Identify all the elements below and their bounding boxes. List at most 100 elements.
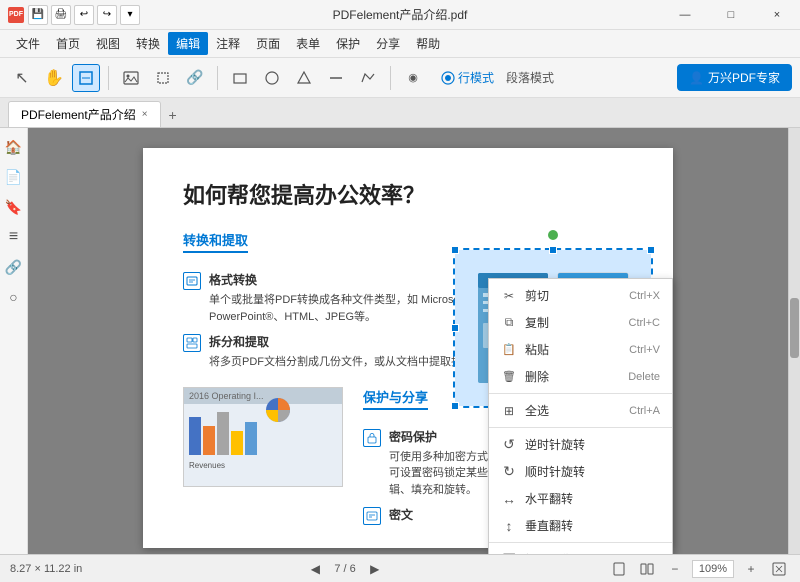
toolbar: ↖ ✋ 🔗 ◉ 行模式: [0, 58, 800, 98]
sidebar-comment-icon[interactable]: ○: [3, 286, 25, 308]
right-scrollbar[interactable]: [788, 128, 800, 554]
separator-3: [390, 66, 391, 90]
crop-tool[interactable]: [149, 64, 177, 92]
zoom-level: 109%: [692, 560, 734, 578]
minimize-button[interactable]: —: [662, 0, 708, 30]
title-bar-left: PDF 💾 🖨 ↩ ↪ ▾: [0, 5, 140, 25]
menu-share[interactable]: 分享: [368, 32, 408, 55]
ctx-flip-v-label: 垂直翻转: [525, 517, 660, 534]
undo-button[interactable]: ↩: [74, 5, 94, 25]
edit-tool[interactable]: [72, 64, 100, 92]
menu-home[interactable]: 首页: [48, 32, 88, 55]
menu-view[interactable]: 视图: [88, 32, 128, 55]
row-mode[interactable]: 行模式: [441, 69, 494, 86]
double-page-view-btn[interactable]: [636, 558, 658, 580]
expert-btn[interactable]: 👤 万兴PDF专家: [677, 64, 792, 91]
page-indicator: 7 / 6: [334, 563, 355, 575]
save-button[interactable]: 💾: [28, 5, 48, 25]
handle-tl[interactable]: [451, 246, 459, 254]
radio-btn[interactable]: ◉: [399, 64, 427, 92]
ctx-copy-shortcut: Ctrl+C: [629, 317, 660, 329]
ctx-cut[interactable]: 剪切 Ctrl+X: [489, 282, 672, 309]
ctx-copy[interactable]: 复制 Ctrl+C: [489, 309, 672, 336]
ctx-paste-label: 粘贴: [525, 341, 621, 358]
ctx-rotate-ccw[interactable]: 逆时针旋转: [489, 431, 672, 458]
select-tool[interactable]: ↖: [8, 64, 36, 92]
menu-convert[interactable]: 转换: [128, 32, 168, 55]
separator-1: [108, 66, 109, 90]
fit-page-btn[interactable]: [768, 558, 790, 580]
app-icon: PDF: [8, 7, 24, 23]
ctx-paste[interactable]: 粘贴 Ctrl+V: [489, 336, 672, 363]
handle-bl[interactable]: [451, 402, 459, 410]
zoom-out-btn[interactable]: −: [664, 558, 686, 580]
image-tool[interactable]: [117, 64, 145, 92]
section1-title: 转换和提取: [183, 230, 248, 253]
expert-icon: 👤: [689, 71, 704, 85]
ctx-selectall[interactable]: 全选 Ctrl+A: [489, 397, 672, 424]
handle-tr[interactable]: [647, 246, 655, 254]
tab-pdfelement[interactable]: PDFelement产品介绍 ×: [8, 101, 161, 127]
menu-edit[interactable]: 编辑: [168, 32, 208, 55]
ctx-paste-shortcut: Ctrl+V: [629, 344, 660, 356]
rotation-handle[interactable]: [548, 230, 558, 240]
tab-label: PDFelement产品介绍: [21, 106, 136, 123]
hand-tool[interactable]: ✋: [40, 64, 68, 92]
tab-close-btn[interactable]: ×: [142, 109, 148, 120]
link-tool[interactable]: 🔗: [181, 64, 209, 92]
circle-tool[interactable]: [258, 64, 286, 92]
tab-add-btn[interactable]: +: [161, 103, 185, 127]
ctx-flip-h[interactable]: 水平翻转: [489, 485, 672, 512]
rect-icon: [232, 70, 248, 86]
cipher-title: 密文: [389, 506, 413, 523]
expert-button-container: 👤 万兴PDF专家: [677, 64, 792, 91]
ctx-rotate-cw-label: 顺时针旋转: [525, 463, 660, 480]
menu-comment[interactable]: 注释: [208, 32, 248, 55]
menu-file[interactable]: 文件: [8, 32, 48, 55]
quick-access-dropdown[interactable]: ▾: [120, 5, 140, 25]
redo-button[interactable]: ↪: [97, 5, 117, 25]
line-tool[interactable]: [322, 64, 350, 92]
menu-protect[interactable]: 保护: [328, 32, 368, 55]
rect-tool[interactable]: [226, 64, 254, 92]
ctx-flip-h-label: 水平翻转: [525, 490, 660, 507]
sidebar-pages-icon[interactable]: 📄: [3, 166, 25, 188]
image-icon: [123, 70, 139, 86]
ctx-delete[interactable]: 删除 Delete: [489, 363, 672, 390]
scrollbar-thumb[interactable]: [790, 298, 799, 358]
sidebar-outline-icon[interactable]: ≡: [3, 226, 25, 248]
path-tool[interactable]: [354, 64, 382, 92]
handle-l[interactable]: [451, 324, 459, 332]
ctx-cut-label: 剪切: [525, 287, 621, 304]
ctx-extract[interactable]: 提取图像: [489, 546, 672, 554]
ctx-copy-label: 复制: [525, 314, 621, 331]
print-button[interactable]: 🖨: [51, 5, 71, 25]
quick-access-toolbar: 💾 🖨 ↩ ↪ ▾: [28, 5, 140, 25]
handle-t[interactable]: [549, 246, 557, 254]
single-page-view-btn[interactable]: [608, 558, 630, 580]
copy-icon: [501, 315, 517, 331]
sidebar-home-icon[interactable]: 🏠: [3, 136, 25, 158]
sidebar-link-icon[interactable]: 🔗: [3, 256, 25, 278]
ctx-delete-label: 删除: [525, 368, 620, 385]
sidebar-bookmark-icon[interactable]: 🔖: [3, 196, 25, 218]
ctx-rotate-cw[interactable]: 顺时针旋转: [489, 458, 672, 485]
menu-help[interactable]: 帮助: [408, 32, 448, 55]
rotate-ccw-icon: [501, 437, 517, 453]
zoom-in-btn[interactable]: +: [740, 558, 762, 580]
status-bar: 8.27 × 11.22 in ◀ 7 / 6 ▶ − 109% +: [0, 554, 800, 582]
next-page-btn[interactable]: ▶: [364, 558, 386, 580]
status-center: ◀ 7 / 6 ▶: [92, 558, 598, 580]
triangle-tool[interactable]: [290, 64, 318, 92]
menu-page[interactable]: 页面: [248, 32, 288, 55]
maximize-button[interactable]: □: [708, 0, 754, 30]
ctx-cut-shortcut: Ctrl+X: [629, 290, 660, 302]
prev-page-btn[interactable]: ◀: [304, 558, 326, 580]
close-button[interactable]: ×: [754, 0, 800, 30]
ctx-flip-v[interactable]: 垂直翻转: [489, 512, 672, 539]
pdf-title: 如何帮您提高办公效率？: [183, 178, 633, 210]
para-mode[interactable]: 段落模式: [506, 69, 554, 86]
menu-form[interactable]: 表单: [288, 32, 328, 55]
line-icon: [328, 70, 344, 86]
delete-icon: [501, 369, 517, 385]
